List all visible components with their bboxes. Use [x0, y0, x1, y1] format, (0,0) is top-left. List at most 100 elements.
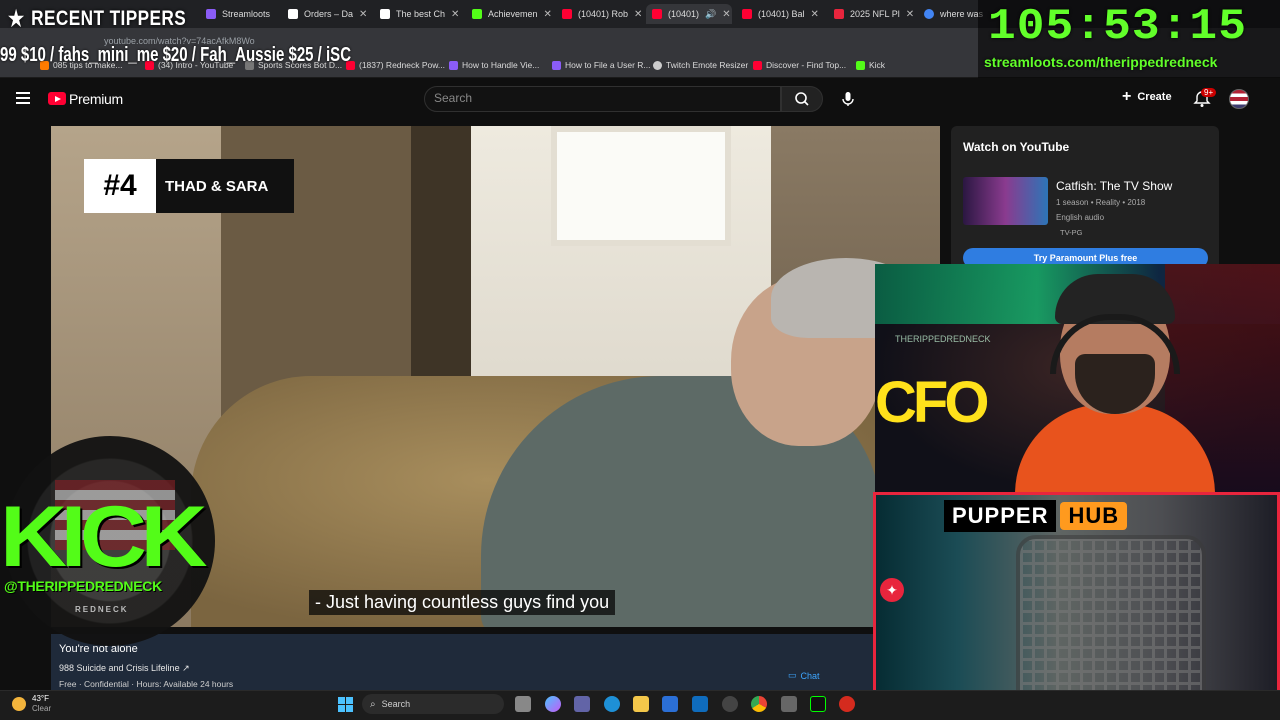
pupper-hub-logo: PUPPER HUB [944, 500, 1128, 532]
recent-tippers-label: RECENT TIPPERS [31, 7, 187, 30]
weather-widget[interactable]: 43°F Clear [12, 694, 51, 714]
youtube-logo-icon[interactable] [48, 92, 66, 105]
tab-favicon-icon [924, 9, 934, 19]
bookmark-favicon-icon [856, 60, 865, 70]
file-explorer-icon[interactable] [633, 696, 649, 712]
browser-tab[interactable]: 2025 NFL Pl ✕ [828, 4, 916, 24]
create-button[interactable]: + Create [1122, 88, 1172, 105]
streamloots-url: streamloots.com/therippedredneck [984, 54, 1218, 70]
close-icon[interactable]: ✕ [811, 9, 819, 20]
video-scene [551, 126, 731, 246]
bookmark-favicon-icon [449, 60, 458, 70]
tab-label: (10401) Rob [578, 9, 629, 19]
tab-label: Achievemen [488, 9, 538, 19]
account-avatar[interactable] [1229, 89, 1249, 109]
taskbar-search-label: Search [381, 699, 411, 709]
tab-label: where was [940, 9, 984, 19]
video-caption: - Just having countless guys find you [309, 590, 616, 615]
video-title-card: #4 THAD & SARA [84, 159, 294, 213]
kick-handle: @THERIPPEDREDNECK [4, 578, 162, 594]
chat-button[interactable]: ▭ Chat [788, 670, 820, 681]
room-sign: THERIPPEDREDNECK [895, 334, 991, 344]
kick-emblem-subtext: REDNECK [75, 605, 129, 614]
bookmark-item[interactable]: How to File a User R... [552, 60, 651, 70]
youtube-premium-label[interactable]: Premium [69, 91, 123, 107]
terminal-icon[interactable] [810, 696, 826, 712]
tab-label: (10401) [668, 9, 700, 19]
star-icon: ★ [8, 6, 25, 31]
bookmark-item[interactable]: Discover - Find Top... [753, 60, 846, 70]
tab-favicon-icon [562, 9, 572, 19]
show-meta: 1 season • Reality • 2018 [1056, 198, 1146, 207]
edge-icon[interactable] [604, 696, 620, 712]
browser-tab[interactable]: The best Ch ✕ [374, 4, 460, 24]
obs-icon[interactable] [722, 696, 738, 712]
show-thumbnail[interactable] [963, 177, 1048, 225]
lifeline-link[interactable]: 988 Suicide and Crisis Lifeline ↗ [59, 663, 190, 674]
pupper-hub-logo-right: HUB [1060, 502, 1128, 530]
close-icon[interactable]: ✕ [451, 9, 459, 20]
chrome-icon[interactable] [751, 696, 767, 712]
plus-icon: + [1122, 88, 1132, 105]
tab-favicon-icon [652, 9, 662, 19]
task-view-icon[interactable] [515, 696, 531, 712]
tab-favicon-icon [472, 9, 482, 19]
search-input[interactable] [434, 91, 764, 105]
windows-start-icon[interactable] [338, 697, 353, 712]
menu-icon[interactable] [16, 92, 30, 104]
close-icon[interactable]: ✕ [722, 9, 730, 20]
browser-tab[interactable]: (10401) Bal ✕ [736, 4, 824, 24]
outlook-icon[interactable] [692, 696, 708, 712]
brand-badge-icon: ✦ [880, 578, 904, 602]
webcam-scene: CFO [875, 370, 989, 435]
bookmark-item[interactable]: How to Handle Vie... [449, 60, 539, 70]
copilot-icon[interactable] [545, 696, 561, 712]
weather-condition: Clear [32, 704, 52, 713]
teams-icon[interactable] [574, 696, 590, 712]
show-title[interactable]: Catfish: The TV Show [1056, 179, 1172, 193]
couple-names: THAD & SARA [165, 177, 269, 195]
tab-favicon-icon [742, 9, 752, 19]
close-icon[interactable]: ✕ [906, 9, 914, 20]
app-icon[interactable] [839, 696, 855, 712]
recent-tippers-overlay: ★ RECENT TIPPERS 99 $10 / fahs_mini_me $2… [0, 0, 380, 76]
show-audio: English audio [1056, 213, 1105, 222]
browser-tab-active[interactable]: (10401) 🔊 ✕ [646, 4, 732, 24]
speaker-icon[interactable]: 🔊 [705, 9, 716, 20]
weather-moon-icon [12, 697, 26, 711]
bookmark-item[interactable]: Twitch Emote Resizer [653, 60, 748, 70]
bookmark-favicon-icon [653, 60, 662, 70]
close-icon[interactable]: ✕ [544, 9, 552, 20]
close-icon[interactable]: ✕ [634, 9, 642, 20]
lifeline-info: Free · Confidential · Hours: Available 2… [59, 679, 234, 689]
tippers-ticker: 99 $10 / fahs_mini_me $20 / Fah_Aussie $… [0, 44, 352, 66]
bookmark-label: Kick [869, 60, 886, 70]
rank-number: #4 [84, 159, 156, 213]
kick-logo-text: KICK [0, 489, 208, 585]
temperature: 43°F [32, 694, 49, 703]
taskbar-search[interactable]: ⌕ Search [362, 694, 504, 714]
search-icon: ⌕ [370, 698, 376, 710]
browser-tab[interactable]: (10401) Rob ✕ [556, 4, 642, 24]
bookmark-favicon-icon [753, 60, 762, 70]
bookmark-item[interactable]: Kick [856, 60, 885, 70]
bookmark-label: How to Handle Vie... [462, 60, 540, 70]
bookmark-label: How to File a User R... [565, 60, 651, 70]
app-icon[interactable] [781, 696, 797, 712]
microphone-icon[interactable] [838, 89, 858, 109]
streamer-webcam: THERIPPEDREDNECK CFO [875, 264, 1280, 492]
bookmark-favicon-icon [552, 60, 561, 70]
browser-tab[interactable]: Achievemen ✕ [466, 4, 552, 24]
search-icon [795, 92, 809, 106]
weather-text: 43°F Clear [32, 694, 51, 714]
show-rating: TV-PG [1060, 228, 1083, 237]
notification-count-badge: 9+ [1201, 88, 1217, 97]
search-button[interactable] [781, 86, 823, 112]
chat-bubble-icon: ▭ [788, 670, 797, 680]
watch-panel-title: Watch on YouTube [963, 140, 1070, 154]
chat-label: Chat [800, 670, 820, 681]
tab-label: 2025 NFL Pl [850, 9, 900, 19]
bookmark-label: Twitch Emote Resizer [666, 60, 749, 70]
tab-favicon-icon [834, 9, 844, 19]
store-icon[interactable] [662, 696, 678, 712]
